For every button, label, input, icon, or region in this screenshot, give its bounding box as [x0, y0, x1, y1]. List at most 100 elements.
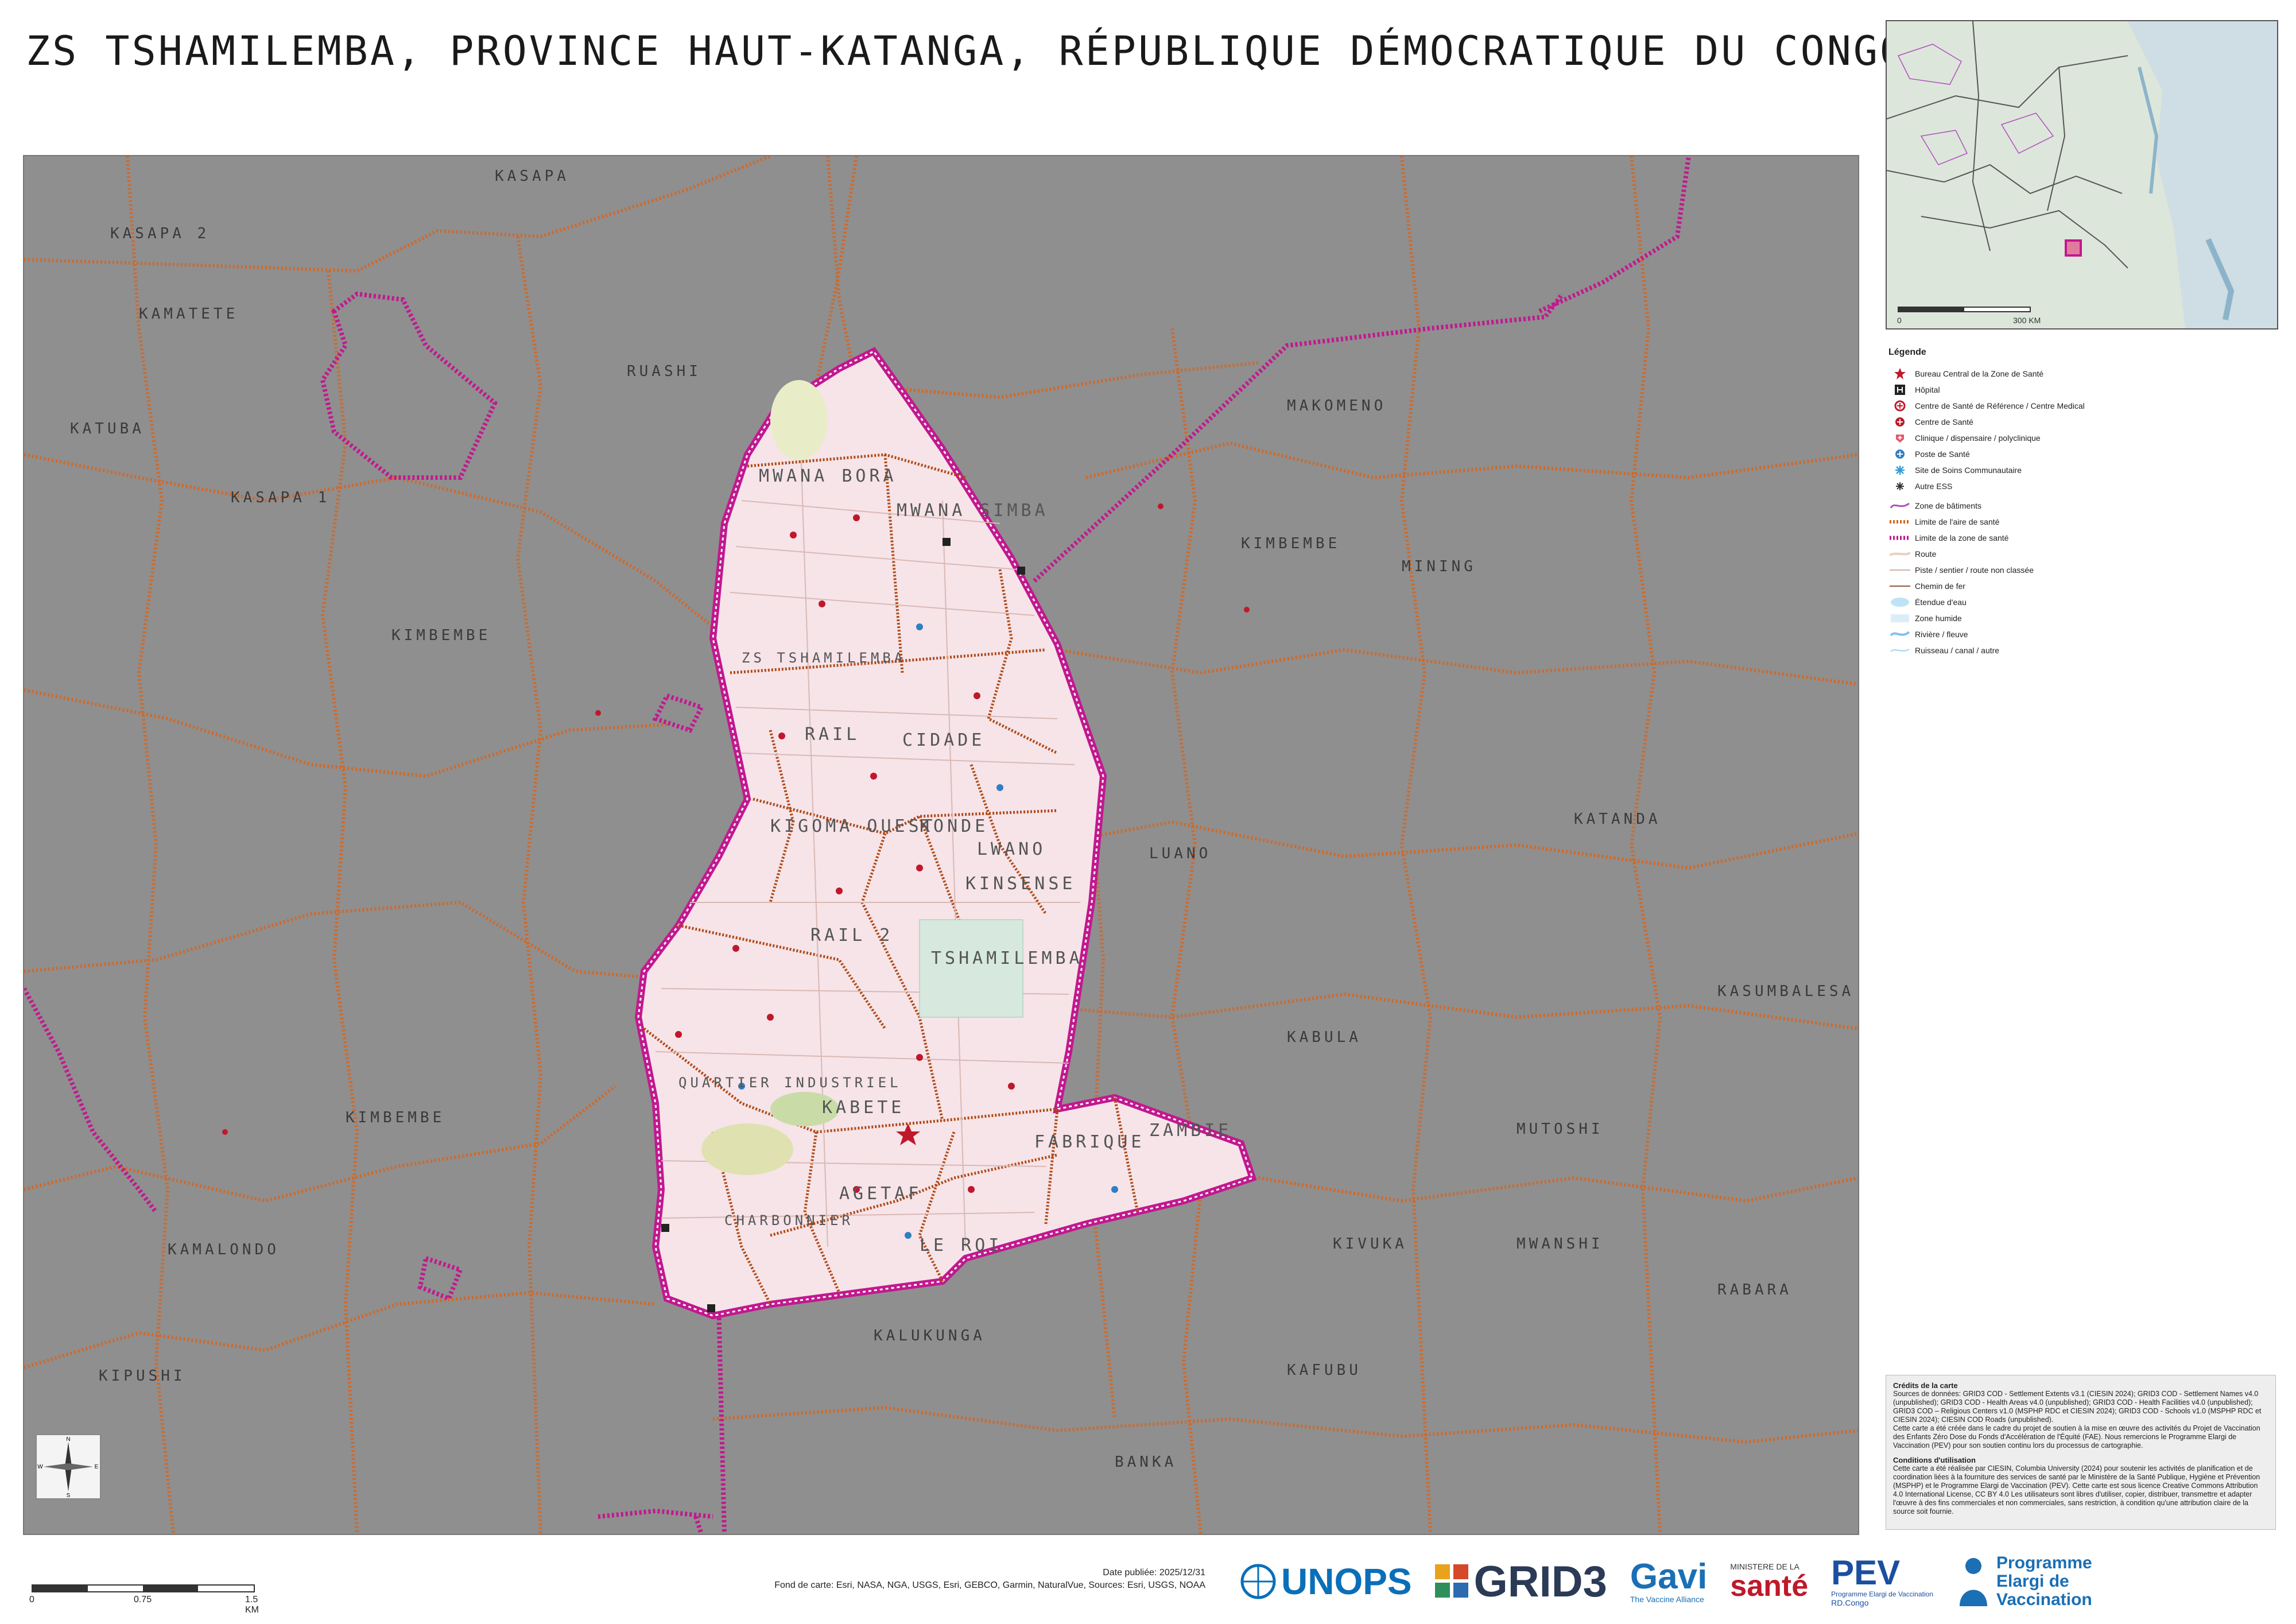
unops-logo: UNOPS — [1240, 1560, 1412, 1603]
scale-bar: 0 0.75 1.5 KM — [29, 1584, 261, 1615]
legend-item: Centre de Santé de Référence / Centre Me… — [1888, 398, 2273, 414]
area-label: RAIL — [805, 724, 860, 745]
gavi-subtext: The Vaccine Alliance — [1630, 1595, 1704, 1604]
neighborhood-label: KATUBA — [70, 420, 145, 437]
legend-item: Centre de Santé — [1888, 414, 2273, 430]
scale-label-max: 1.5 KM — [245, 1595, 259, 1615]
basemap-credit: Fond de carte: Esri, NASA, NGA, USGS, Es… — [774, 1580, 1205, 1590]
publish-date: Date publiée: 2025/12/31 — [1103, 1568, 1205, 1578]
neighborhood-label: MUTOSHI — [1517, 1121, 1604, 1138]
legend-item: Piste / sentier / route non classée — [1888, 562, 2273, 578]
neighborhood-label: RABARA — [1717, 1281, 1792, 1299]
area-label: QUARTIER INDUSTRIEL — [678, 1075, 902, 1091]
neighborhood-label: KAFUBU — [1287, 1362, 1362, 1379]
inset-map[interactable]: 0 300 KM — [1886, 20, 2278, 330]
elargi-text: Elargi de — [1996, 1572, 2069, 1591]
health-zone-boundary-icon — [1888, 532, 1911, 544]
legend: Légende Bureau Central de la Zone de San… — [1888, 347, 2273, 658]
main-map[interactable]: KASAPA 2 KASAPA 1 KASAPA KATUBA KAMATETE… — [23, 155, 1859, 1535]
neighborhood-label: LUANO — [1149, 845, 1212, 862]
pev-subtext: Programme Elargi de Vaccination — [1831, 1590, 1934, 1598]
legend-item: Chemin de fer — [1888, 578, 2273, 594]
clinic-icon — [1888, 432, 1911, 444]
legend-item: Zone de bâtiments — [1888, 498, 2273, 514]
area-label: LE ROI — [920, 1235, 1003, 1255]
area-label: TSHAMILEMBA — [931, 948, 1083, 968]
credits-heading: Crédits de la carte — [1893, 1381, 1958, 1390]
legend-item: Rivière / fleuve — [1888, 626, 2273, 642]
grid3-logo: GRID3 — [1434, 1557, 1607, 1607]
neighborhood-label: RUASHI — [627, 363, 701, 380]
gavi-text: Gavi — [1630, 1557, 1708, 1596]
conditions-heading: Conditions d'utilisation — [1893, 1456, 1976, 1464]
neighborhood-label: KIVUKA — [1333, 1235, 1407, 1253]
credits-project: Cette carte a été créée dans le cadre du… — [1893, 1424, 2260, 1449]
gavi-logo: Gavi The Vaccine Alliance — [1630, 1559, 1707, 1604]
partner-logos: UNOPS GRID3 Gavi The Vaccine Alliance MI… — [1240, 1550, 2285, 1613]
inset-scale-min: 0 — [1897, 316, 1902, 325]
pev-country: RD.Congo — [1831, 1598, 1869, 1607]
neighborhood-label: KALUKUNGA — [874, 1327, 986, 1344]
area-label: LWANO — [977, 839, 1046, 859]
track-icon — [1888, 564, 1911, 576]
area-label: MWANA SIMBA — [897, 501, 1049, 521]
area-label: KINSENSE — [965, 874, 1076, 894]
neighborhood-label: KASAPA — [495, 168, 569, 185]
legend-item: Site de Soins Communautaire — [1888, 462, 2273, 478]
river-icon — [1888, 628, 1911, 641]
legend-label: Clinique / dispensaire / polyclinique — [1915, 433, 2041, 443]
map-credits: Crédits de la carte Sources de données: … — [1886, 1375, 2276, 1530]
legend-label: Site de Soins Communautaire — [1915, 466, 2022, 475]
legend-item: Poste de Santé — [1888, 446, 2273, 462]
health-area-boundary-icon — [1888, 516, 1911, 528]
compass-e: E — [95, 1464, 99, 1470]
legend-label: Hôpital — [1915, 385, 1940, 394]
wetland-icon — [1888, 612, 1911, 625]
legend-item: Bureau Central de la Zone de Santé — [1888, 366, 2273, 382]
other-facility-icon — [1888, 480, 1911, 493]
area-label: KIGOMA OUEST — [770, 816, 936, 836]
legend-label: Rivière / fleuve — [1915, 630, 1968, 639]
legend-label: Limite de la zone de santé — [1915, 533, 2009, 542]
water-body-icon — [1888, 596, 1911, 608]
compass-n: N — [66, 1436, 70, 1443]
vaccination-text: Vaccination — [1996, 1590, 2092, 1609]
legend-item: Limite de l'aire de santé — [1888, 514, 2273, 530]
ministere-sante-logo: MINISTERE DE LA santé — [1730, 1562, 1808, 1601]
neighborhood-label: KASUMBALESA — [1717, 983, 1855, 1000]
pev-logo: PEV Programme Elargi de Vaccination RD.C… — [1831, 1556, 1934, 1608]
legend-label: Centre de Santé de Référence / Centre Me… — [1915, 401, 2085, 410]
neighborhood-label: KIMBEMBE — [346, 1109, 445, 1126]
area-label: AGETAF — [839, 1184, 922, 1204]
neighborhood-label: KASAPA 2 — [110, 225, 210, 242]
sante-text: santé — [1730, 1569, 1809, 1603]
area-label: CIDADE — [902, 730, 986, 750]
health-post-icon — [1888, 448, 1911, 460]
legend-title: Légende — [1888, 347, 1926, 357]
legend-item: Limite de la zone de santé — [1888, 530, 2273, 546]
area-label: ZAMBIE — [1149, 1121, 1232, 1141]
area-label: RAIL 2 — [810, 925, 894, 945]
railway-icon — [1888, 580, 1911, 592]
neighborhood-label: MINING — [1402, 558, 1476, 575]
legend-label: Étendue d'eau — [1915, 598, 1967, 607]
legend-label: Bureau Central de la Zone de Santé — [1915, 369, 2044, 378]
study-area-marker — [2065, 239, 2082, 257]
neighborhood-label: KIMBEMBE — [391, 627, 491, 644]
area-label: MWANA BORA — [759, 466, 897, 486]
programme-elargi-logo: Programme Elargi de Vaccination — [1956, 1554, 2092, 1609]
health-center-icon — [1888, 416, 1911, 428]
neighborhood-label: KAMATETE — [139, 305, 239, 323]
legend-item: Étendue d'eau — [1888, 594, 2273, 610]
area-label: CHARBONNIER — [724, 1212, 854, 1228]
legend-item: Ruisseau / canal / autre — [1888, 642, 2273, 658]
compass-rose: N S E W — [36, 1434, 101, 1499]
legend-item: Zone humide — [1888, 610, 2273, 626]
conditions-text: Cette carte a été réalisée par CIESIN, C… — [1893, 1464, 2260, 1516]
neighborhood-label: KATANDA — [1574, 811, 1661, 828]
building-zone-icon — [1888, 499, 1911, 512]
legend-label: Centre de Santé — [1915, 417, 1973, 427]
grid3-mark-icon — [1434, 1564, 1468, 1598]
legend-label: Chemin de fer — [1915, 582, 1965, 591]
scale-label-0: 0 — [29, 1595, 34, 1604]
